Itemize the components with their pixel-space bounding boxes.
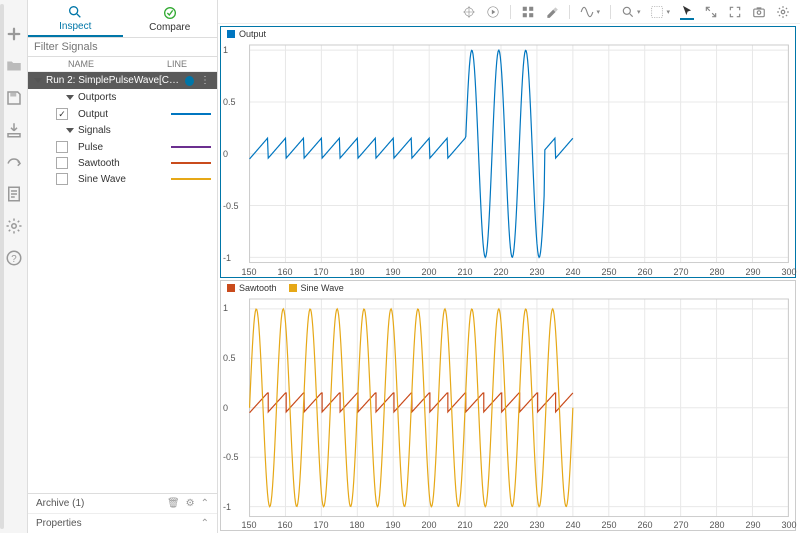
legend-sawtooth: Sawtooth bbox=[227, 283, 277, 293]
signal-sawtooth-line bbox=[171, 162, 211, 164]
tab-compare-label: Compare bbox=[149, 22, 190, 33]
chevron-down-icon bbox=[66, 95, 74, 100]
gear-icon[interactable]: ⚙ bbox=[186, 498, 195, 509]
archive-label: Archive (1) bbox=[36, 498, 84, 509]
checkbox-sine[interactable] bbox=[56, 173, 68, 185]
signal-tree: Run 2: SimplePulseWave[Current] ⋮ Outpor… bbox=[28, 72, 217, 493]
archive-icons: 🗑 ⚙ ⌃ bbox=[167, 498, 209, 509]
group-outports-label: Outports bbox=[78, 92, 116, 103]
signal-output-line bbox=[171, 113, 211, 115]
signal-sine[interactable]: Sine Wave bbox=[28, 171, 217, 187]
chevron-down-icon bbox=[66, 128, 74, 133]
signal-pulse-label: Pulse bbox=[74, 142, 165, 153]
zoom-icon[interactable]: ▾ bbox=[621, 5, 641, 19]
group-outports[interactable]: Outports bbox=[28, 89, 217, 106]
signal-output[interactable]: ✓ Output bbox=[28, 106, 217, 122]
legend-output: Output bbox=[227, 29, 266, 39]
signal-sawtooth[interactable]: Sawtooth bbox=[28, 155, 217, 171]
tab-inspect-label: Inspect bbox=[59, 21, 91, 32]
plot-toolbar: ▾ ▾ ▾ bbox=[218, 0, 800, 24]
group-signals-label: Signals bbox=[78, 125, 111, 136]
grip-bar bbox=[0, 4, 4, 529]
checkbox-output[interactable]: ✓ bbox=[56, 108, 68, 120]
signal-pulse[interactable]: Pulse bbox=[28, 139, 217, 155]
plot-1-legend: Output bbox=[221, 27, 795, 41]
gear-icon[interactable] bbox=[776, 5, 790, 19]
plot-2-chart[interactable]: -1-0.500.5115016017018019020021022023024… bbox=[221, 295, 795, 531]
play-icon[interactable] bbox=[486, 5, 500, 19]
signal-output-label: Output bbox=[74, 109, 165, 120]
trash-icon[interactable]: 🗑 bbox=[167, 498, 180, 509]
svg-text:?: ? bbox=[11, 254, 17, 265]
group-signals[interactable]: Signals bbox=[28, 122, 217, 139]
add-icon[interactable] bbox=[4, 24, 24, 44]
folder-icon[interactable] bbox=[4, 56, 24, 76]
plot-1-chart[interactable]: -1-0.500.5115016017018019020021022023024… bbox=[221, 41, 795, 277]
clear-icon[interactable] bbox=[545, 5, 559, 19]
filter-input[interactable] bbox=[28, 38, 217, 57]
signal-sawtooth-label: Sawtooth bbox=[74, 158, 165, 169]
tree-headers: NAME LINE bbox=[28, 57, 217, 72]
tab-inspect[interactable]: Inspect bbox=[28, 0, 123, 37]
tab-compare[interactable]: Compare bbox=[123, 0, 218, 37]
header-line: LINE bbox=[167, 59, 217, 69]
report-icon[interactable] bbox=[4, 184, 24, 204]
signal-pulse-line bbox=[171, 146, 211, 148]
chevron-icon[interactable]: ⌃ bbox=[201, 518, 209, 529]
properties-label: Properties bbox=[36, 518, 82, 529]
signal-sine-line bbox=[171, 178, 211, 180]
signal-type-icon[interactable]: ▾ bbox=[580, 5, 600, 19]
pan-icon[interactable] bbox=[462, 5, 476, 19]
fit-icon[interactable]: ▾ bbox=[650, 5, 670, 19]
export-icon[interactable] bbox=[4, 152, 24, 172]
header-name: NAME bbox=[68, 59, 167, 69]
save-icon[interactable] bbox=[4, 88, 24, 108]
bottom-panels: Archive (1) 🗑 ⚙ ⌃ Properties ⌃ bbox=[28, 493, 217, 533]
chevron-down-icon bbox=[34, 78, 42, 83]
main-area: ▾ ▾ ▾ Output -1-0.500.511501601701801902… bbox=[218, 0, 800, 533]
checkbox-pulse[interactable] bbox=[56, 141, 68, 153]
plot-2[interactable]: Sawtooth Sine Wave -1-0.500.511501601701… bbox=[220, 280, 796, 532]
snapshot-icon[interactable] bbox=[752, 5, 766, 19]
properties-panel[interactable]: Properties ⌃ bbox=[28, 513, 217, 533]
cursor-icon[interactable] bbox=[680, 4, 694, 20]
signal-sine-label: Sine Wave bbox=[74, 174, 165, 185]
run-row[interactable]: Run 2: SimplePulseWave[Current] ⋮ bbox=[28, 72, 217, 89]
plot-container: Output -1-0.500.511501601701801902002102… bbox=[218, 24, 800, 533]
checkbox-sawtooth[interactable] bbox=[56, 157, 68, 169]
archive-panel[interactable]: Archive (1) 🗑 ⚙ ⌃ bbox=[28, 494, 217, 513]
run-more-icon[interactable]: ⋮ bbox=[200, 75, 211, 86]
run-status-dot bbox=[185, 76, 194, 86]
legend-sine: Sine Wave bbox=[289, 283, 344, 293]
expand-icon[interactable] bbox=[704, 5, 718, 19]
sidebar-tabs: Inspect Compare bbox=[28, 0, 217, 38]
chevron-icon[interactable]: ⌃ bbox=[201, 498, 209, 509]
settings-icon[interactable] bbox=[4, 216, 24, 236]
plot-1[interactable]: Output -1-0.500.511501601701801902002102… bbox=[220, 26, 796, 278]
left-toolbar: ? bbox=[0, 0, 28, 533]
help-icon[interactable]: ? bbox=[4, 248, 24, 268]
layout-icon[interactable] bbox=[521, 5, 535, 19]
signal-sidebar: Inspect Compare NAME LINE Run 2: SimpleP… bbox=[28, 0, 218, 533]
plot-2-legend: Sawtooth Sine Wave bbox=[221, 281, 795, 295]
fullscreen-icon[interactable] bbox=[728, 5, 742, 19]
run-label: Run 2: SimplePulseWave[Current] bbox=[46, 75, 181, 86]
import-icon[interactable] bbox=[4, 120, 24, 140]
